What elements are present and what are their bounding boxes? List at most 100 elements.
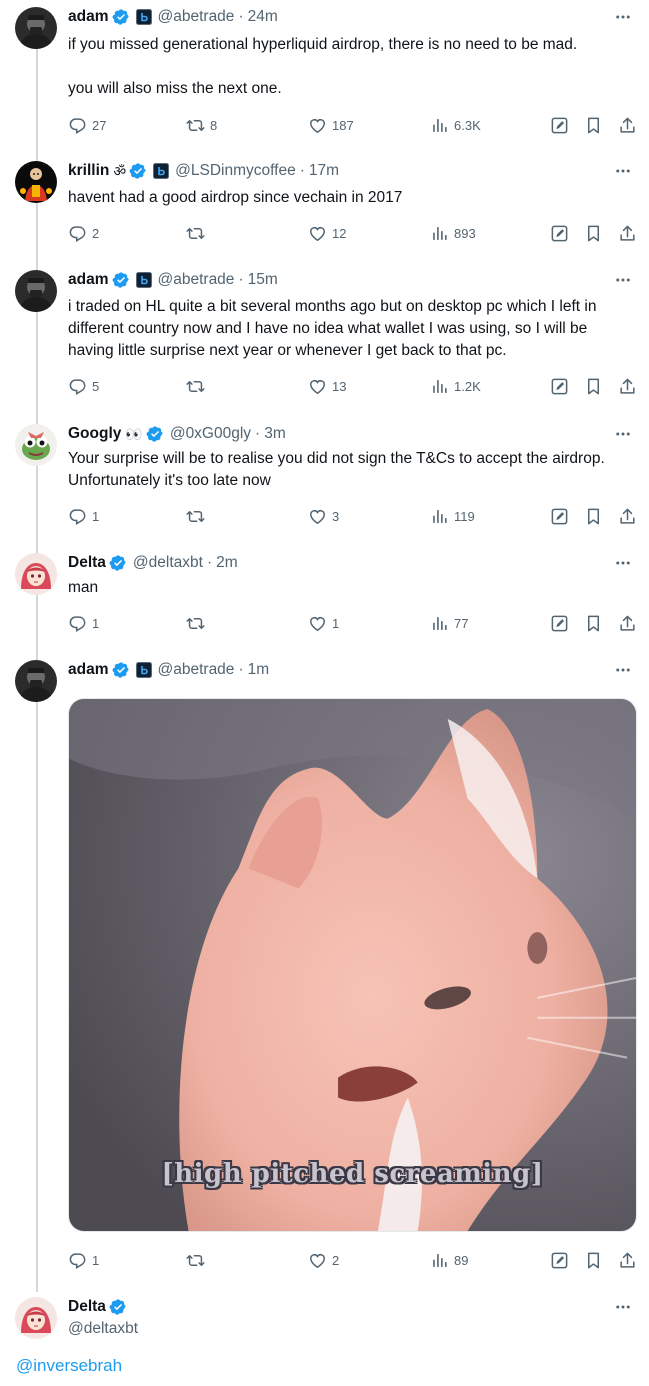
timestamp[interactable]: 17m — [309, 162, 339, 180]
reply-button[interactable]: 27 — [68, 115, 106, 135]
user-handle[interactable]: @LSDinmycoffee — [175, 162, 296, 180]
action-bar: 27 8 187 6.3K — [68, 115, 638, 135]
repost-button[interactable] — [186, 376, 210, 396]
views-button[interactable]: 89 — [430, 1250, 468, 1270]
avatar[interactable] — [15, 424, 57, 466]
edit-button[interactable] — [550, 506, 569, 526]
user-handle[interactable]: @abetrade — [158, 8, 235, 26]
more-icon[interactable] — [613, 660, 633, 680]
tweet[interactable]: Googly 👀 @0xG00gly · 3m Your surprise wi… — [0, 424, 649, 534]
like-icon — [308, 1251, 327, 1270]
edit-button[interactable] — [550, 115, 569, 135]
more-icon[interactable] — [613, 161, 633, 181]
display-name[interactable]: adam — [68, 271, 109, 289]
user-handle[interactable]: @abetrade — [158, 271, 235, 289]
user-handle[interactable]: @deltaxbt — [68, 1318, 636, 1340]
bookmark-button[interactable] — [584, 613, 603, 633]
mention-link[interactable]: @inversebrah — [16, 1356, 122, 1376]
bookmark-button[interactable] — [584, 506, 603, 526]
avatar[interactable] — [15, 1297, 57, 1339]
views-button[interactable]: 119 — [430, 506, 475, 526]
share-icon — [618, 507, 637, 526]
bookmark-button[interactable] — [584, 1250, 603, 1270]
views-button[interactable]: 77 — [430, 613, 468, 633]
display-name[interactable]: adam — [68, 661, 109, 679]
tweet[interactable]: Delta @deltaxbt · 2m man 1 1 77 — [0, 553, 649, 643]
reply-button[interactable]: 1 — [68, 613, 99, 633]
action-bar: 1 1 77 — [68, 613, 638, 633]
tweet-text: i traded on HL quite a bit several month… — [68, 298, 601, 359]
affiliate-badge-icon[interactable] — [153, 163, 169, 179]
edit-button[interactable] — [550, 223, 569, 243]
avatar[interactable] — [15, 660, 57, 702]
action-bar: 5 13 1.2K — [68, 376, 638, 396]
views-button[interactable]: 1.2K — [430, 376, 481, 396]
tweet[interactable]: adam @abetrade · 15m i traded on HL quit… — [0, 270, 649, 400]
user-handle[interactable]: @abetrade — [158, 661, 235, 679]
like-button[interactable]: 12 — [308, 223, 346, 243]
tweet[interactable]: krillin ॐ @LSDinmycoffee · 17m havent ha… — [0, 161, 649, 251]
share-button[interactable] — [618, 613, 637, 633]
affiliate-badge-icon[interactable] — [136, 272, 152, 288]
share-button[interactable] — [618, 506, 637, 526]
like-button[interactable]: 187 — [308, 115, 354, 135]
share-button[interactable] — [618, 376, 637, 396]
reply-button[interactable]: 1 — [68, 1250, 99, 1270]
tweet[interactable]: adam @abetrade · 24m if you missed gener… — [0, 7, 649, 139]
avatar[interactable] — [15, 270, 57, 312]
edit-button[interactable] — [550, 376, 569, 396]
timestamp[interactable]: 2m — [216, 554, 238, 572]
reply-count: 1 — [92, 615, 100, 631]
more-icon[interactable] — [613, 270, 633, 290]
affiliate-badge-icon[interactable] — [136, 662, 152, 678]
edit-button[interactable] — [550, 1250, 569, 1270]
more-icon[interactable] — [613, 553, 633, 573]
bookmark-button[interactable] — [584, 223, 603, 243]
avatar[interactable] — [15, 7, 57, 49]
like-icon — [308, 507, 327, 526]
repost-button[interactable] — [186, 506, 210, 526]
reply-button[interactable]: 1 — [68, 506, 99, 526]
repost-button[interactable] — [186, 613, 210, 633]
timestamp[interactable]: 15m — [248, 271, 278, 289]
edit-button[interactable] — [550, 613, 569, 633]
timestamp[interactable]: 3m — [264, 425, 286, 443]
share-button[interactable] — [618, 1250, 637, 1270]
more-icon[interactable] — [613, 1297, 633, 1317]
views-button[interactable]: 893 — [430, 223, 476, 243]
views-button[interactable]: 6.3K — [430, 115, 481, 135]
like-button[interactable]: 1 — [308, 613, 339, 633]
bookmark-button[interactable] — [584, 115, 603, 135]
action-bar: 1 2 89 — [68, 1250, 638, 1270]
affiliate-badge-icon[interactable] — [136, 9, 152, 25]
like-button[interactable]: 2 — [308, 1250, 339, 1270]
timestamp[interactable]: 24m — [248, 8, 278, 26]
share-button[interactable] — [618, 223, 637, 243]
display-name[interactable]: adam — [68, 8, 109, 26]
user-handle[interactable]: @deltaxbt — [133, 554, 203, 572]
bookmark-icon — [584, 224, 603, 243]
display-name[interactable]: Delta — [68, 554, 106, 572]
more-icon[interactable] — [613, 7, 633, 27]
user-handle[interactable]: @0xG00gly — [170, 425, 251, 443]
like-count: 187 — [332, 117, 354, 133]
avatar[interactable] — [15, 553, 57, 595]
reply-button[interactable]: 2 — [68, 223, 99, 243]
like-button[interactable]: 3 — [308, 506, 339, 526]
share-icon — [618, 377, 637, 396]
share-button[interactable] — [618, 115, 637, 135]
tweet[interactable]: adam @abetrade · 1m [high pitched scream… — [0, 660, 649, 1275]
display-name[interactable]: Googly — [68, 425, 121, 443]
display-name[interactable]: krillin — [68, 162, 109, 180]
reply-button[interactable]: 5 — [68, 376, 99, 396]
avatar[interactable] — [15, 161, 57, 203]
display-name[interactable]: Delta — [68, 1298, 106, 1316]
media-image[interactable]: [high pitched screaming] — [68, 698, 637, 1232]
like-button[interactable]: 13 — [308, 376, 346, 396]
bookmark-button[interactable] — [584, 376, 603, 396]
repost-button[interactable] — [186, 223, 210, 243]
repost-button[interactable] — [186, 1250, 210, 1270]
more-icon[interactable] — [613, 424, 633, 444]
repost-button[interactable]: 8 — [186, 115, 217, 135]
timestamp[interactable]: 1m — [248, 661, 270, 679]
